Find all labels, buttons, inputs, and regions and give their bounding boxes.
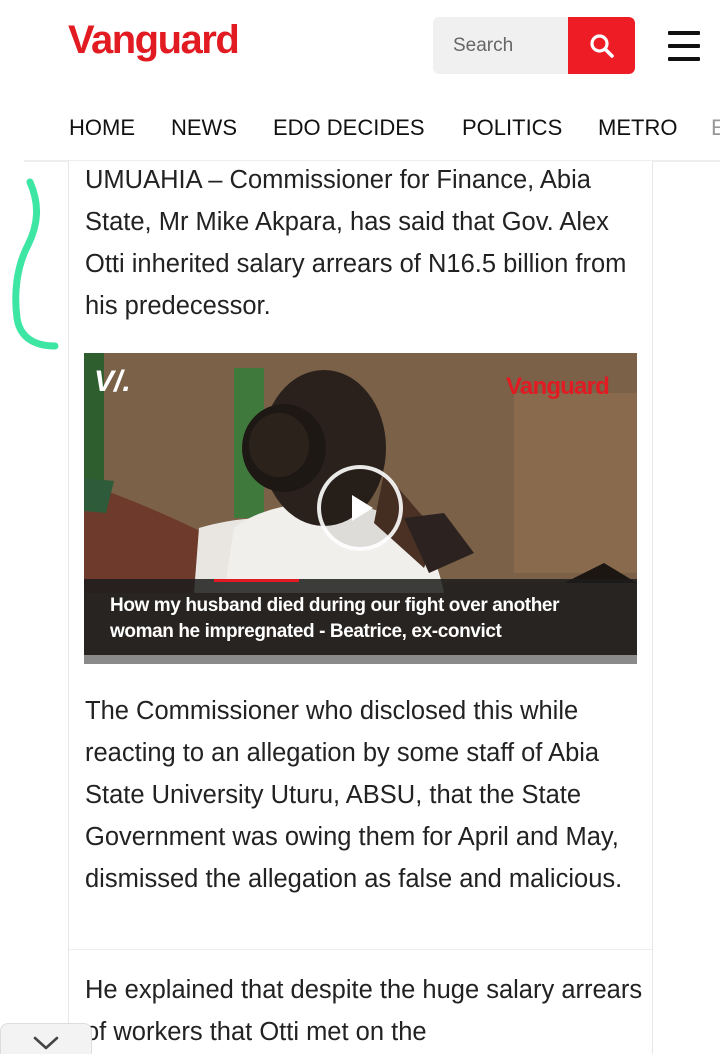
hamburger-menu-icon[interactable] — [668, 31, 702, 61]
collapse-tab[interactable] — [0, 1023, 92, 1054]
video-progress-bar[interactable] — [84, 655, 637, 664]
video-caption: How my husband died during our fight ove… — [110, 595, 560, 642]
nav-item-home[interactable]: HOME — [69, 115, 135, 141]
video-player[interactable]: V/. Vanguard How my husband died during … — [84, 353, 637, 664]
bracket-annotation — [12, 178, 59, 350]
nav-item-politics[interactable]: POLITICS — [462, 115, 562, 141]
caption-accent — [214, 579, 299, 582]
article-paragraph: UMUAHIA – Commissioner for Finance, Abia… — [85, 166, 627, 320]
video-caption-band: How my husband died during our fight ove… — [84, 579, 637, 655]
menu-bar — [668, 44, 700, 48]
nav-item-metro[interactable]: METRO — [598, 115, 677, 141]
site-header: Vanguard — [0, 0, 720, 95]
menu-bar — [668, 57, 700, 61]
video-channel-logo: V/. — [94, 365, 131, 398]
main-nav: HOME NEWS EDO DECIDES POLITICS METRO E — [0, 95, 720, 160]
page: Vanguard HOME NEWS EDO DECIDES POLITICS … — [0, 0, 720, 1054]
nav-item-edo-decides[interactable]: EDO DECIDES — [273, 115, 425, 141]
play-button[interactable] — [317, 465, 403, 551]
play-icon — [352, 495, 373, 521]
search-input[interactable] — [433, 17, 568, 74]
nav-item-overflow[interactable]: E — [711, 115, 720, 141]
search-button[interactable] — [568, 17, 635, 74]
menu-bar — [668, 31, 700, 35]
chevron-down-icon — [33, 1036, 59, 1050]
article-paragraph: The Commissioner who disclosed this whil… — [85, 697, 623, 893]
nav-item-news[interactable]: NEWS — [171, 115, 237, 141]
paragraph-divider — [69, 949, 652, 950]
search-icon — [589, 33, 614, 58]
video-watermark: Vanguard — [506, 373, 610, 400]
search-box — [433, 17, 635, 74]
article-paragraph: He explained that despite the huge salar… — [85, 976, 643, 1046]
vanguard-logo[interactable]: Vanguard — [68, 18, 240, 63]
